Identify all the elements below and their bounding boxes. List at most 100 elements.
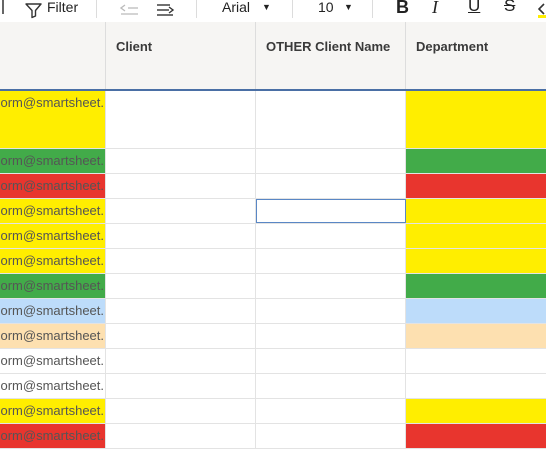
- email-cell[interactable]: orm@smartsheet.: [0, 91, 106, 148]
- other-client-name-cell[interactable]: [256, 424, 406, 448]
- email-cell[interactable]: orm@smartsheet.: [0, 249, 106, 273]
- other-client-name-cell[interactable]: [256, 349, 406, 373]
- other-client-name-cell-selected[interactable]: [256, 199, 406, 223]
- table-row[interactable]: orm@smartsheet.: [0, 399, 546, 424]
- font-family-dropdown[interactable]: Arial ▼: [222, 0, 274, 22]
- other-client-name-cell[interactable]: [256, 149, 406, 173]
- client-cell[interactable]: [106, 249, 256, 273]
- paint-bucket-icon: [538, 3, 546, 18]
- toolbar-leftmost-divider: [0, 0, 14, 22]
- email-cell[interactable]: orm@smartsheet.: [0, 174, 106, 198]
- table-row[interactable]: orm@smartsheet.: [0, 199, 546, 224]
- client-cell[interactable]: [106, 349, 256, 373]
- table-row[interactable]: orm@smartsheet.: [0, 249, 546, 274]
- column-header-email[interactable]: [0, 22, 106, 89]
- email-cell-text: orm@smartsheet.: [0, 228, 105, 243]
- fill-color-button[interactable]: [538, 0, 546, 22]
- filter-button[interactable]: Filter: [25, 0, 78, 22]
- email-cell[interactable]: orm@smartsheet.: [0, 199, 106, 223]
- department-cell[interactable]: [406, 299, 546, 323]
- department-cell[interactable]: [406, 374, 546, 398]
- outdent-icon: [120, 4, 138, 15]
- other-client-name-cell[interactable]: [256, 274, 406, 298]
- column-header-other-client-name[interactable]: OTHER Client Name: [256, 22, 406, 89]
- column-header-row: Client OTHER Client Name Department: [0, 22, 546, 91]
- email-cell-text: orm@smartsheet.: [0, 428, 105, 443]
- other-client-name-cell[interactable]: [256, 374, 406, 398]
- client-cell[interactable]: [106, 374, 256, 398]
- other-client-name-cell[interactable]: [256, 224, 406, 248]
- department-cell[interactable]: [406, 399, 546, 423]
- email-cell[interactable]: orm@smartsheet.: [0, 149, 106, 173]
- email-cell[interactable]: orm@smartsheet.: [0, 274, 106, 298]
- client-cell[interactable]: [106, 424, 256, 448]
- strikethrough-button[interactable]: S: [504, 0, 515, 22]
- client-cell[interactable]: [106, 174, 256, 198]
- email-cell[interactable]: orm@smartsheet.: [0, 349, 106, 373]
- department-cell[interactable]: [406, 349, 546, 373]
- other-client-name-cell[interactable]: [256, 249, 406, 273]
- department-cell[interactable]: [406, 424, 546, 448]
- email-cell[interactable]: orm@smartsheet.: [0, 224, 106, 248]
- column-header-label: Client: [116, 39, 153, 54]
- toolbar-separator: [196, 0, 197, 18]
- column-header-label: OTHER Client Name: [266, 39, 391, 54]
- toolbar: Filter Arial ▼ 10 ▼ B I U S: [0, 0, 546, 23]
- column-header-client[interactable]: Client: [106, 22, 256, 89]
- filter-icon: [25, 3, 42, 19]
- sheet-grid: orm@smartsheet. orm@smartsheet. orm@smar…: [0, 91, 546, 449]
- table-row[interactable]: orm@smartsheet.: [0, 149, 546, 174]
- table-row[interactable]: orm@smartsheet.: [0, 424, 546, 449]
- email-cell[interactable]: orm@smartsheet.: [0, 374, 106, 398]
- department-cell[interactable]: [406, 274, 546, 298]
- table-row[interactable]: orm@smartsheet.: [0, 91, 546, 149]
- email-cell[interactable]: orm@smartsheet.: [0, 424, 106, 448]
- email-cell[interactable]: orm@smartsheet.: [0, 399, 106, 423]
- table-row[interactable]: orm@smartsheet.: [0, 174, 546, 199]
- chevron-down-icon: ▼: [262, 2, 271, 12]
- outdent-button[interactable]: [120, 0, 140, 22]
- client-cell[interactable]: [106, 149, 256, 173]
- other-client-name-cell[interactable]: [256, 174, 406, 198]
- client-cell[interactable]: [106, 199, 256, 223]
- email-cell-text: orm@smartsheet.: [0, 203, 105, 218]
- client-cell[interactable]: [106, 224, 256, 248]
- table-row[interactable]: orm@smartsheet.: [0, 274, 546, 299]
- client-cell[interactable]: [106, 91, 256, 148]
- indent-icon: [157, 4, 175, 16]
- email-cell[interactable]: orm@smartsheet.: [0, 299, 106, 323]
- table-row[interactable]: orm@smartsheet.: [0, 349, 546, 374]
- bold-button[interactable]: B: [396, 0, 409, 22]
- column-header-department[interactable]: Department: [406, 22, 546, 89]
- table-row[interactable]: orm@smartsheet.: [0, 299, 546, 324]
- department-cell[interactable]: [406, 174, 546, 198]
- other-client-name-cell[interactable]: [256, 324, 406, 348]
- email-cell-text: orm@smartsheet.: [0, 403, 105, 418]
- client-cell[interactable]: [106, 399, 256, 423]
- underline-button[interactable]: U: [468, 0, 480, 22]
- italic-button[interactable]: I: [432, 0, 438, 22]
- font-size-dropdown[interactable]: 10 ▼: [318, 0, 356, 22]
- toolbar-separator: [292, 0, 293, 18]
- department-cell[interactable]: [406, 324, 546, 348]
- client-cell[interactable]: [106, 324, 256, 348]
- email-cell-text: orm@smartsheet.: [0, 153, 105, 168]
- other-client-name-cell[interactable]: [256, 399, 406, 423]
- table-row[interactable]: orm@smartsheet.: [0, 374, 546, 399]
- department-cell[interactable]: [406, 149, 546, 173]
- department-cell[interactable]: [406, 249, 546, 273]
- department-cell[interactable]: [406, 199, 546, 223]
- client-cell[interactable]: [106, 274, 256, 298]
- email-cell-text: orm@smartsheet.: [0, 178, 105, 193]
- other-client-name-cell[interactable]: [256, 91, 406, 148]
- client-cell[interactable]: [106, 299, 256, 323]
- email-cell[interactable]: orm@smartsheet.: [0, 324, 106, 348]
- font-size-value: 10: [318, 0, 334, 15]
- department-cell[interactable]: [406, 91, 546, 148]
- table-row[interactable]: orm@smartsheet.: [0, 224, 546, 249]
- table-row[interactable]: orm@smartsheet.: [0, 324, 546, 349]
- chevron-down-icon: ▼: [344, 2, 353, 12]
- other-client-name-cell[interactable]: [256, 299, 406, 323]
- department-cell[interactable]: [406, 224, 546, 248]
- indent-button[interactable]: [156, 0, 176, 22]
